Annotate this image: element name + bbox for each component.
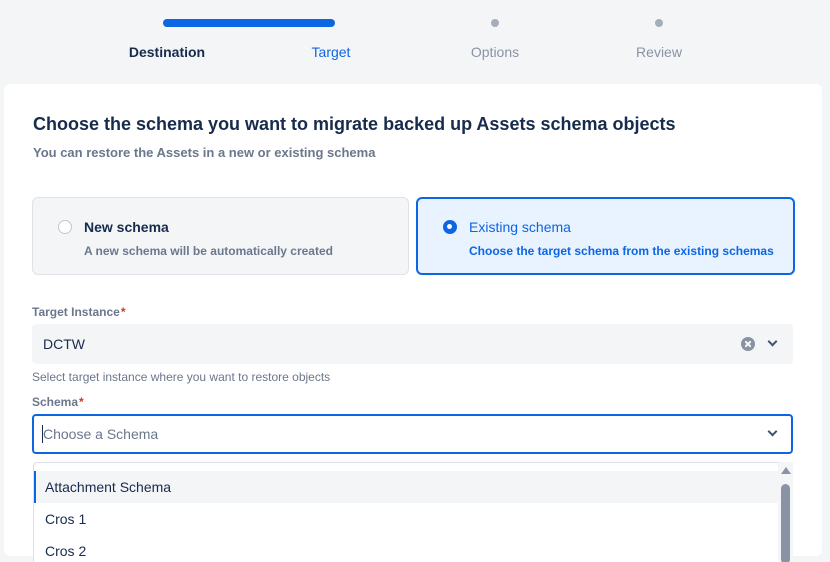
radio-checked-icon[interactable] <box>443 220 457 234</box>
step-label: Target <box>311 44 351 60</box>
selected-value: DCTW <box>43 336 85 352</box>
progress-stepper: Destination Target Options Review <box>0 0 830 84</box>
page-subtitle: You can restore the Assets in a new or e… <box>33 145 376 160</box>
schema-label: Schema* <box>32 395 84 409</box>
step-destination: Destination <box>77 0 335 84</box>
schema-select[interactable]: Choose a Schema <box>32 414 793 454</box>
scroll-up-icon[interactable] <box>781 467 791 474</box>
option-description: A new schema will be automatically creat… <box>84 244 333 258</box>
step-dot <box>491 19 499 27</box>
new-schema-option[interactable]: New schema A new schema will be automati… <box>32 197 409 275</box>
existing-schema-option[interactable]: Existing schema Choose the target schema… <box>416 197 795 275</box>
radio-unchecked-icon[interactable] <box>58 220 72 234</box>
step-dot <box>655 19 663 27</box>
chevron-down-icon[interactable] <box>767 336 778 347</box>
clear-icon[interactable] <box>741 337 755 351</box>
schema-dropdown-menu[interactable]: Attachment Schema Cros 1 Cros 2 <box>33 462 793 562</box>
chevron-down-icon[interactable] <box>767 426 778 437</box>
step-review: Review <box>569 0 749 84</box>
field-label-text: Target Instance <box>32 305 120 319</box>
dropdown-scrollbar[interactable] <box>778 462 793 562</box>
menu-item[interactable]: Attachment Schema <box>34 471 779 503</box>
target-instance-label: Target Instance* <box>32 305 125 319</box>
option-title: Existing schema <box>469 219 571 235</box>
step-label: Destination <box>128 44 206 60</box>
step-label: Options <box>470 44 520 60</box>
step-options: Options <box>405 0 585 84</box>
helper-text: Select target instance where you want to… <box>32 370 331 384</box>
step-label: Review <box>636 44 682 60</box>
target-instance-select[interactable]: DCTW <box>32 324 793 364</box>
required-marker: * <box>79 395 84 409</box>
option-description: Choose the target schema from the existi… <box>469 244 774 258</box>
step-target: Target <box>241 0 421 84</box>
required-marker: * <box>120 305 126 319</box>
scroll-thumb[interactable] <box>781 484 790 562</box>
page-title: Choose the schema you want to migrate ba… <box>33 114 676 134</box>
option-title: New schema <box>84 219 169 235</box>
field-label-text: Schema <box>32 395 79 409</box>
menu-item[interactable]: Cros 1 <box>34 503 779 535</box>
schema-placeholder: Choose a Schema <box>43 426 159 442</box>
menu-item[interactable]: Cros 2 <box>34 535 779 562</box>
